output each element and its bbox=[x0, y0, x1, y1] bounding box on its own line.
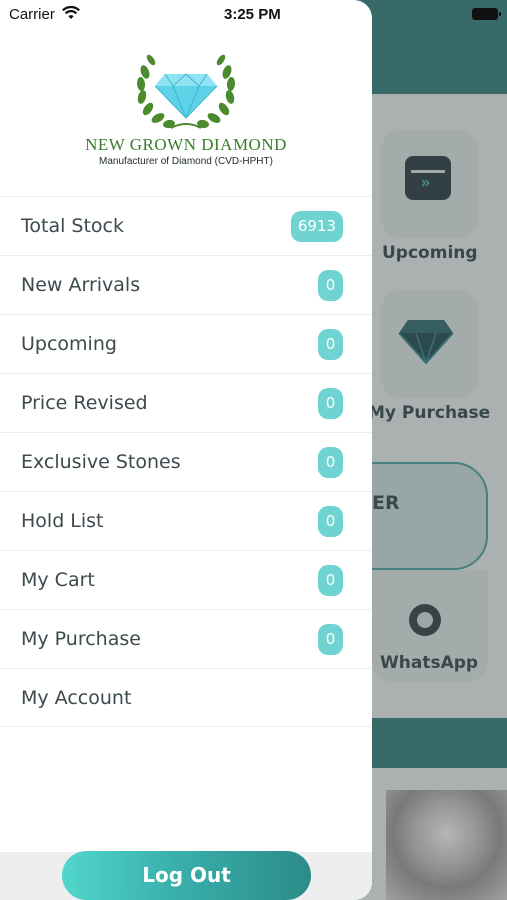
menu-item-exclusive-stones[interactable]: Exclusive Stones 0 bbox=[0, 432, 372, 491]
menu-item-label: My Cart bbox=[21, 569, 95, 591]
menu-item-label: Hold List bbox=[21, 510, 104, 532]
count-badge: 0 bbox=[318, 624, 343, 655]
battery-icon bbox=[472, 8, 501, 20]
brand-title: NEW GROWN DIAMOND bbox=[85, 135, 287, 154]
side-drawer: NEW GROWN DIAMOND Manufacturer of Diamon… bbox=[0, 0, 372, 900]
brand-subtitle: Manufacturer of Diamond (CVD-HPHT) bbox=[99, 156, 273, 167]
menu-item-label: My Purchase bbox=[21, 628, 141, 650]
menu-item-hold-list[interactable]: Hold List 0 bbox=[0, 491, 372, 550]
count-badge: 0 bbox=[318, 565, 343, 596]
carrier-label: Carrier bbox=[9, 6, 55, 23]
count-badge: 0 bbox=[318, 329, 343, 360]
wifi-icon bbox=[62, 6, 80, 19]
brand-logo: NEW GROWN DIAMOND Manufacturer of Diamon… bbox=[76, 48, 296, 178]
status-bar: Carrier 3:25 PM bbox=[0, 0, 507, 30]
menu-item-label: New Arrivals bbox=[21, 274, 141, 296]
menu-item-label: Total Stock bbox=[21, 215, 124, 237]
menu-item-total-stock[interactable]: Total Stock 6913 bbox=[0, 196, 372, 255]
menu-item-price-revised[interactable]: Price Revised 0 bbox=[0, 373, 372, 432]
menu-item-my-account[interactable]: My Account bbox=[0, 668, 372, 727]
menu-item-label: Price Revised bbox=[21, 392, 148, 414]
clock: 3:25 PM bbox=[224, 6, 281, 23]
count-badge: 0 bbox=[318, 447, 343, 478]
menu-item-my-cart[interactable]: My Cart 0 bbox=[0, 550, 372, 609]
count-badge: 0 bbox=[318, 506, 343, 537]
laurel-diamond-icon bbox=[136, 54, 236, 129]
drawer-menu: Total Stock 6913 New Arrivals 0 Upcoming… bbox=[0, 196, 372, 727]
menu-item-upcoming[interactable]: Upcoming 0 bbox=[0, 314, 372, 373]
logout-button[interactable]: Log Out bbox=[62, 851, 311, 900]
menu-item-label: My Account bbox=[21, 687, 132, 709]
count-badge: 0 bbox=[318, 388, 343, 419]
count-badge: 0 bbox=[318, 270, 343, 301]
menu-item-label: Exclusive Stones bbox=[21, 451, 181, 473]
menu-item-new-arrivals[interactable]: New Arrivals 0 bbox=[0, 255, 372, 314]
count-badge: 6913 bbox=[290, 211, 343, 242]
menu-item-my-purchase[interactable]: My Purchase 0 bbox=[0, 609, 372, 668]
menu-item-label: Upcoming bbox=[21, 333, 117, 355]
